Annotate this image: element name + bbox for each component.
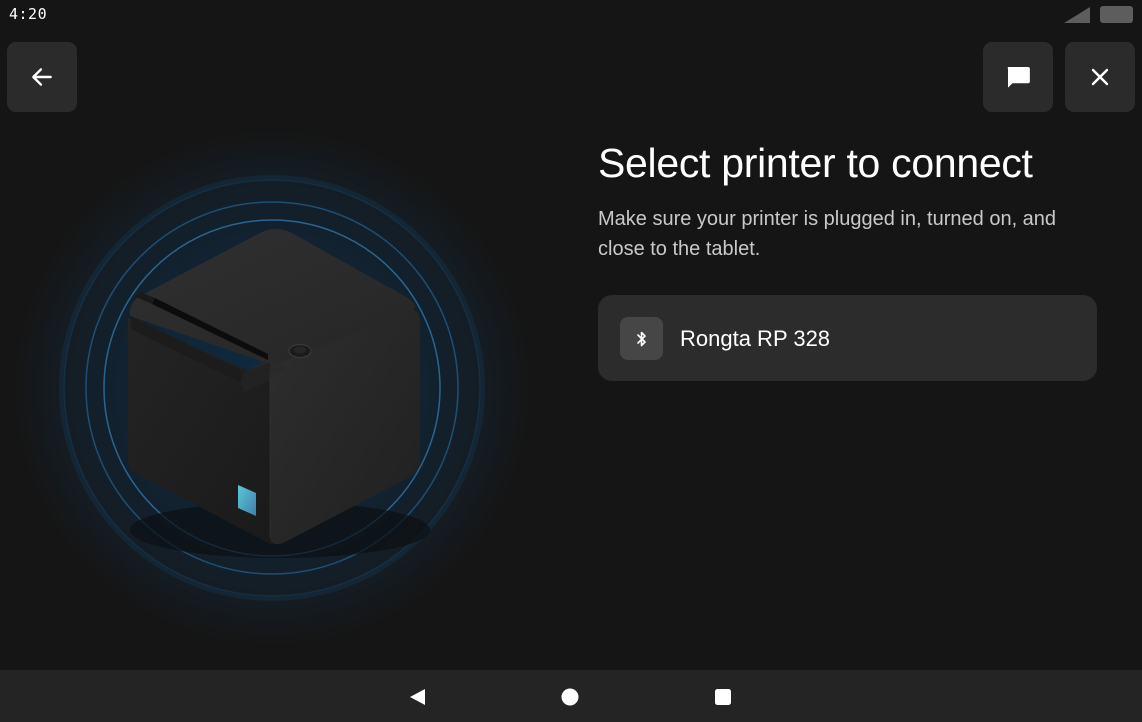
- printer-name: Rongta RP 328: [680, 326, 831, 351]
- nav-recents-button[interactable]: [712, 686, 734, 708]
- bluetooth-badge: [620, 317, 663, 360]
- chat-icon: [1007, 67, 1030, 88]
- printer-illustration: [14, 130, 530, 646]
- close-button[interactable]: [1065, 42, 1135, 112]
- printer-list-item[interactable]: Rongta RP 328: [598, 295, 1097, 381]
- nav-back-icon: [410, 689, 425, 705]
- battery-icon: [1100, 6, 1133, 23]
- signal-icon: [1064, 7, 1090, 23]
- nav-recents-icon: [715, 689, 731, 705]
- status-bar: 4:20: [0, 0, 1142, 28]
- back-button[interactable]: [7, 42, 77, 112]
- arrow-left-icon: [32, 68, 52, 86]
- chat-button[interactable]: [983, 42, 1053, 112]
- nav-home-button[interactable]: [559, 686, 581, 708]
- nav-home-icon: [561, 688, 579, 706]
- printer-connect-screen: 4:20 Select printer to connect Make sure…: [0, 0, 1142, 722]
- bluetooth-icon: [636, 331, 646, 346]
- close-icon: [1091, 68, 1109, 86]
- page-subtitle: Make sure your printer is plugged in, tu…: [598, 208, 1057, 260]
- page-title: Select printer to connect: [598, 140, 1033, 186]
- status-time: 4:20: [9, 5, 48, 23]
- system-nav-bar: [0, 670, 1142, 722]
- nav-back-button[interactable]: [406, 686, 428, 708]
